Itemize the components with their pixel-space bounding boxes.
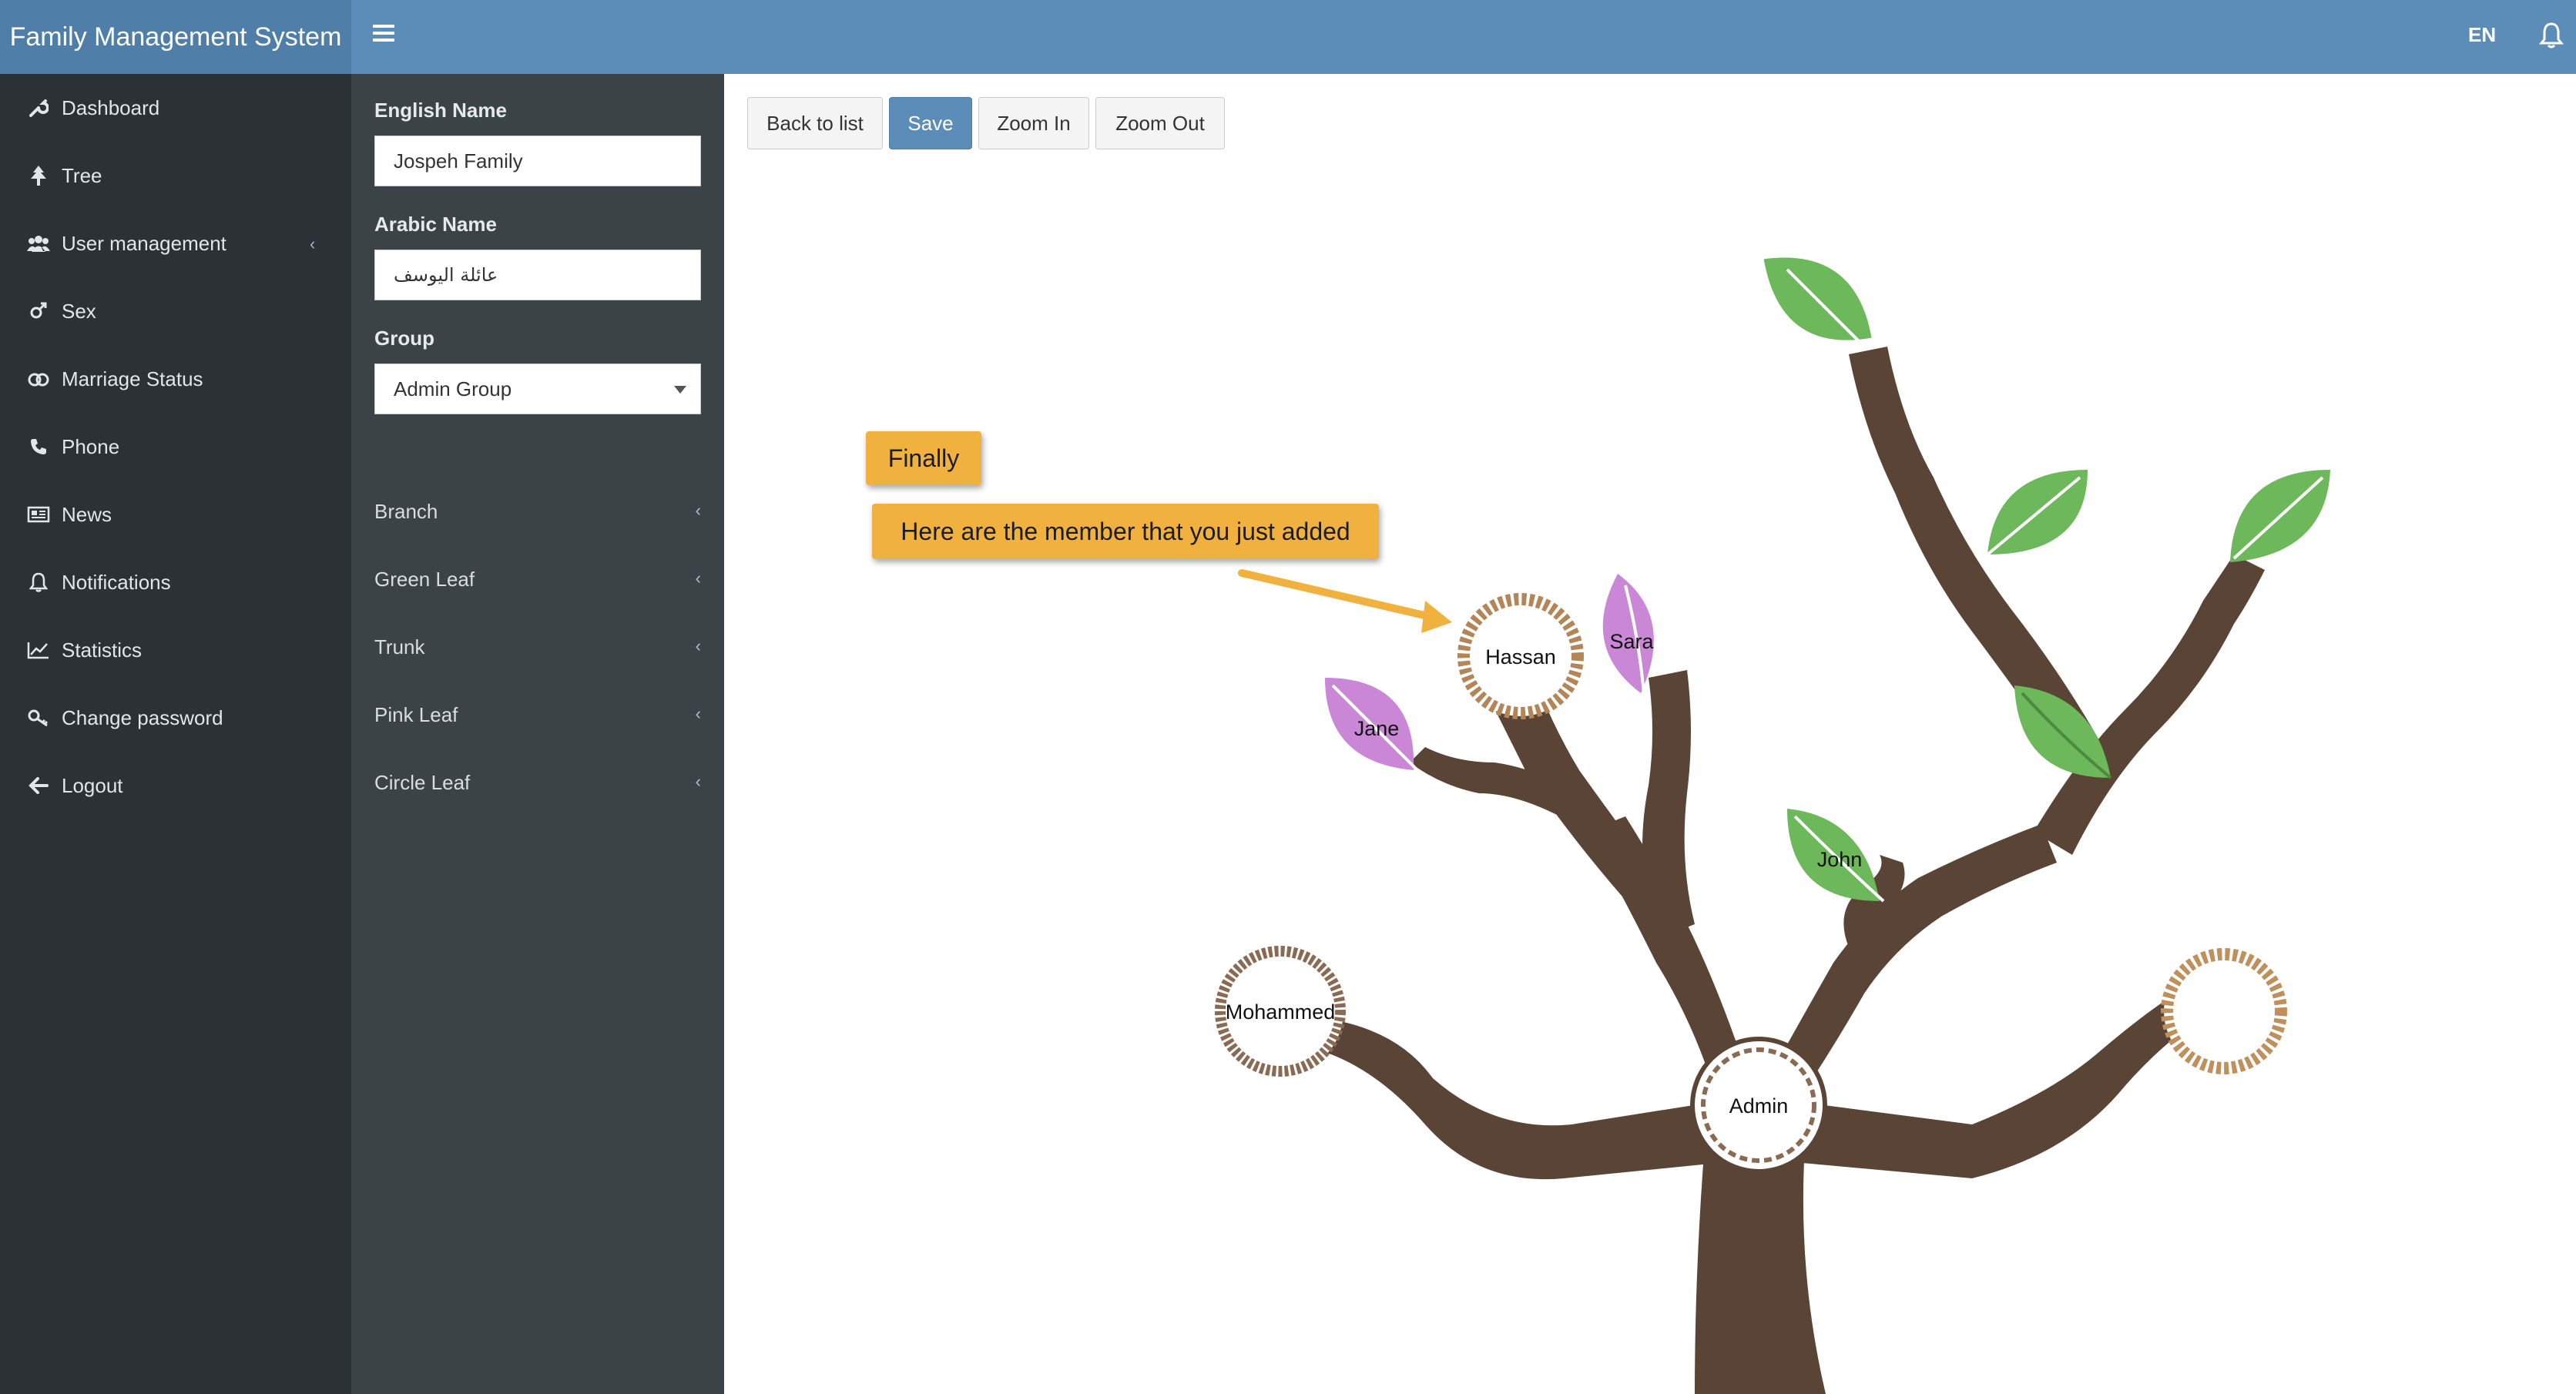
member-name-hassan: Hassan bbox=[1485, 645, 1556, 669]
newspaper-icon bbox=[23, 506, 54, 523]
category-branch[interactable]: Branch ‹ bbox=[374, 488, 701, 534]
sidebar-item-tree[interactable]: Tree bbox=[0, 145, 351, 206]
chevron-left-icon: ‹ bbox=[695, 636, 701, 655]
sidebar-item-label: Notifications bbox=[62, 570, 171, 594]
sidebar-item-label: Tree bbox=[62, 163, 102, 187]
category-pink-leaf[interactable]: Pink Leaf ‹ bbox=[374, 692, 701, 738]
english-name-input[interactable]: Jospeh Family bbox=[374, 136, 701, 186]
green-leaf-john[interactable]: John bbox=[1787, 809, 1885, 903]
sidebar-item-statistics[interactable]: Statistics bbox=[0, 619, 351, 681]
member-name-jane: Jane bbox=[1354, 717, 1400, 740]
sidebar-item-label: News bbox=[62, 502, 112, 526]
circle-leaf-mohammed[interactable]: Mohammed bbox=[1215, 946, 1346, 1077]
circle-leaf-empty[interactable] bbox=[2161, 948, 2287, 1074]
users-icon bbox=[23, 234, 54, 253]
sidebar-item-dashboard[interactable]: Dashboard bbox=[0, 77, 351, 139]
pink-leaf-jane[interactable]: Jane bbox=[1325, 678, 1423, 776]
category-circle-leaf[interactable]: Circle Leaf ‹ bbox=[374, 759, 701, 806]
sidebar-item-label: Marriage Status bbox=[62, 367, 203, 390]
sidebar-item-news[interactable]: News bbox=[0, 484, 351, 545]
category-green-leaf[interactable]: Green Leaf ‹ bbox=[374, 556, 701, 602]
bell-icon bbox=[23, 572, 54, 592]
circle-leaf-hassan[interactable]: Hassan bbox=[1457, 593, 1584, 719]
chevron-left-icon: ‹ bbox=[695, 568, 701, 588]
category-label: Green Leaf bbox=[374, 567, 475, 591]
member-name-sara: Sara bbox=[1609, 630, 1654, 653]
category-label: Circle Leaf bbox=[374, 770, 471, 794]
caret-down-icon bbox=[674, 386, 686, 394]
wrench-icon bbox=[23, 98, 54, 118]
tree-icon bbox=[23, 165, 54, 186]
family-tree-canvas[interactable]: John Jane Sara Hassan Mohammed Admin bbox=[724, 74, 2576, 1394]
sidebar-item-label: Dashboard bbox=[62, 96, 160, 119]
member-name-john: John bbox=[1817, 848, 1863, 871]
sidebar-item-notifications[interactable]: Notifications bbox=[0, 551, 351, 613]
sidebar-item-label: Statistics bbox=[62, 638, 143, 662]
green-leaf-far-right[interactable] bbox=[2230, 470, 2330, 562]
member-name-mohammed: Mohammed bbox=[1226, 1000, 1336, 1024]
chevron-left-icon: ‹ bbox=[310, 234, 316, 253]
tutorial-step-title: Finally bbox=[866, 431, 981, 485]
key-icon bbox=[23, 709, 54, 727]
group-select[interactable]: Admin Group bbox=[374, 364, 701, 414]
green-leaf-mid-right[interactable] bbox=[1986, 470, 2088, 556]
gender-icon bbox=[23, 301, 54, 321]
sidebar-item-user-management[interactable]: User management ‹ bbox=[0, 213, 351, 274]
sidebar-item-sex[interactable]: Sex bbox=[0, 280, 351, 342]
chevron-left-icon: ‹ bbox=[695, 704, 701, 723]
language-switch[interactable]: EN bbox=[2468, 23, 2496, 47]
sidebar-item-label: Sex bbox=[62, 299, 96, 323]
sidebar-item-label: User management bbox=[62, 231, 226, 255]
phone-icon bbox=[23, 437, 54, 456]
arabic-name-label: Arabic Name bbox=[374, 213, 497, 236]
category-label: Trunk bbox=[374, 635, 425, 658]
chevron-left-icon: ‹ bbox=[695, 772, 701, 791]
bell-icon[interactable] bbox=[2539, 22, 2564, 49]
pink-leaf-sara[interactable]: Sara bbox=[1602, 574, 1655, 705]
category-label: Branch bbox=[374, 499, 438, 523]
sidebar-item-phone[interactable]: Phone bbox=[0, 416, 351, 478]
chart-icon bbox=[23, 641, 54, 659]
green-leaf-top[interactable] bbox=[1763, 243, 1872, 354]
top-header: Family Management System EN bbox=[0, 0, 2576, 74]
sidebar-item-label: Phone bbox=[62, 434, 120, 458]
english-name-label: English Name bbox=[374, 99, 507, 122]
member-name-admin: Admin bbox=[1729, 1094, 1789, 1118]
sidebar-item-logout[interactable]: Logout bbox=[0, 755, 351, 816]
tutorial-step-message: Here are the member that you just added bbox=[872, 504, 1379, 559]
sidebar-item-marriage-status[interactable]: Marriage Status bbox=[0, 348, 351, 410]
sidebar-item-change-password[interactable]: Change password bbox=[0, 687, 351, 749]
chevron-left-icon: ‹ bbox=[695, 501, 701, 520]
tooltip-arrow bbox=[1238, 569, 1452, 633]
sidebar-item-label: Logout bbox=[62, 773, 123, 797]
rings-icon bbox=[23, 370, 54, 388]
group-label: Group bbox=[374, 327, 434, 350]
hamburger-menu-icon[interactable] bbox=[373, 25, 394, 46]
app-title[interactable]: Family Management System bbox=[0, 0, 351, 74]
arabic-name-input[interactable]: عائلة اليوسف bbox=[374, 250, 701, 300]
category-trunk[interactable]: Trunk ‹ bbox=[374, 624, 701, 670]
circle-leaf-admin[interactable]: Admin bbox=[1690, 1037, 1827, 1174]
group-select-value: Admin Group bbox=[394, 377, 512, 400]
sidebar-item-label: Change password bbox=[62, 705, 223, 729]
arrow-left-icon bbox=[23, 776, 54, 795]
tree-branches bbox=[1310, 347, 2265, 1394]
category-label: Pink Leaf bbox=[374, 702, 458, 726]
